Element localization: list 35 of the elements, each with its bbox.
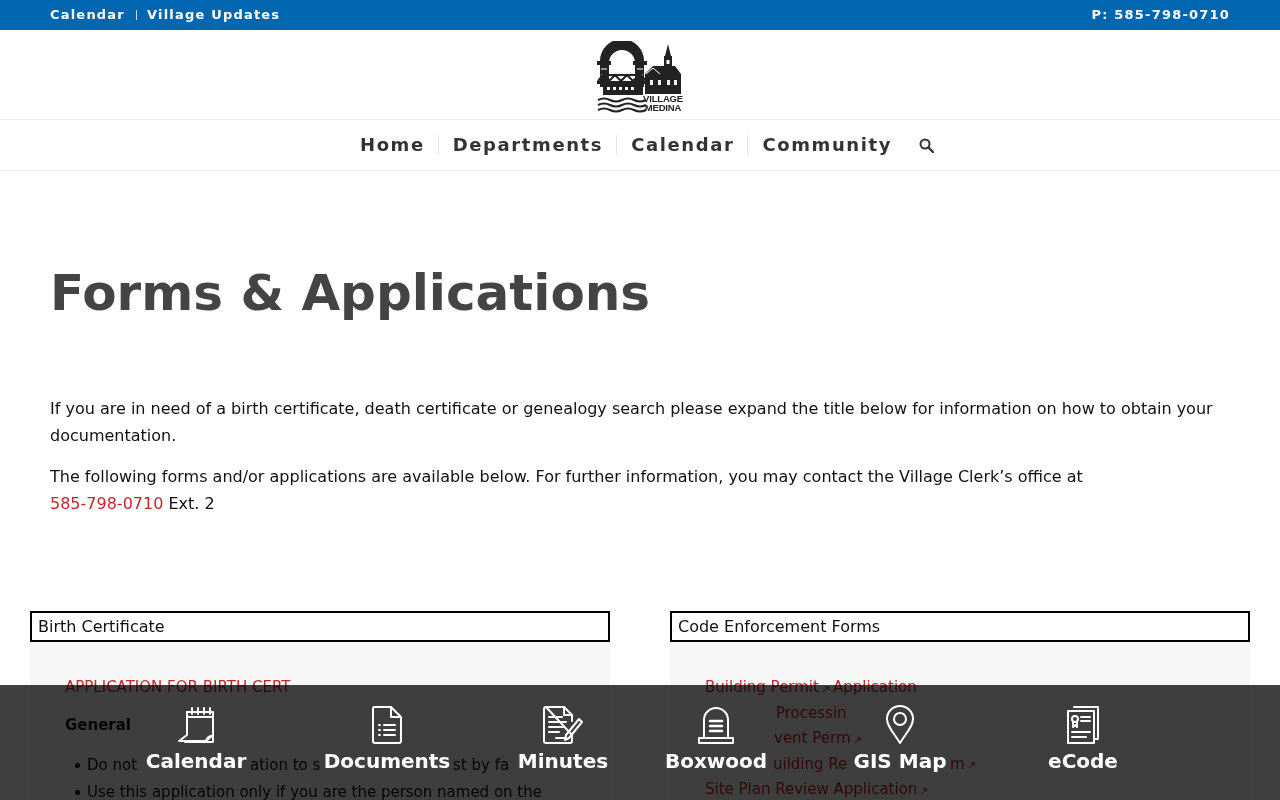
- accordion-header[interactable]: Code Enforcement Forms: [670, 611, 1250, 642]
- gravestone-icon: [696, 705, 736, 745]
- phone-link[interactable]: P: 585-798-0710: [1091, 7, 1230, 23]
- intro-paragraph: If you are in need of a birth certificate, death certificate or genealogy search please expand the title below for information on how to obtain your documentation.: [50, 398, 1214, 447]
- map-pin-icon: [885, 705, 915, 745]
- instruction-text: Use this application only if you are the person named on the: [87, 781, 542, 800]
- top-link[interactable]: Calendar: [50, 7, 125, 23]
- logo-link[interactable]: VILLAGE MEDINA: [597, 40, 683, 113]
- quick-link[interactable]: GIS Map: [853, 705, 947, 773]
- quick-link[interactable]: eCode: [1048, 705, 1118, 773]
- instruction-text: st by fa: [453, 754, 510, 776]
- church-drawing: [645, 43, 681, 94]
- document-with-pen-icon: [542, 705, 584, 745]
- quick-link[interactable]: Calendar: [145, 705, 247, 773]
- instructions-heading: General: [65, 715, 131, 736]
- instruction-text: Do not: [87, 754, 138, 776]
- page-title: Forms & Applications: [50, 263, 652, 323]
- top-link[interactable]: Village Updates: [146, 7, 281, 23]
- contact-paragraph: The following forms and/or applications are available below. For further information, you may contact the Village Clerk’s office at 585-798-0710 Ext. 2: [50, 466, 1084, 515]
- quick-link[interactable]: Documents: [323, 705, 451, 773]
- calendar-icon: [176, 705, 216, 745]
- search-icon[interactable]: [919, 138, 934, 153]
- document-icon: [371, 705, 403, 745]
- nav-item[interactable]: Community: [748, 134, 905, 156]
- nav-item[interactable]: Departments: [438, 134, 617, 156]
- certificate-document-icon: [1066, 705, 1100, 745]
- phone-link[interactable]: 585-798-0710: [50, 494, 164, 513]
- quick-link[interactable]: Boxwood: [664, 705, 768, 773]
- quick-link[interactable]: Minutes: [517, 705, 609, 773]
- nav-item[interactable]: Home: [345, 134, 438, 156]
- accordion-header[interactable]: Birth Certificate: [30, 611, 610, 642]
- logo-text: VILLAGE: [643, 93, 683, 103]
- nav-item[interactable]: Calendar: [617, 134, 748, 156]
- logo-text: MEDINA: [644, 103, 682, 113]
- instruction-text: ation to s: [250, 754, 321, 776]
